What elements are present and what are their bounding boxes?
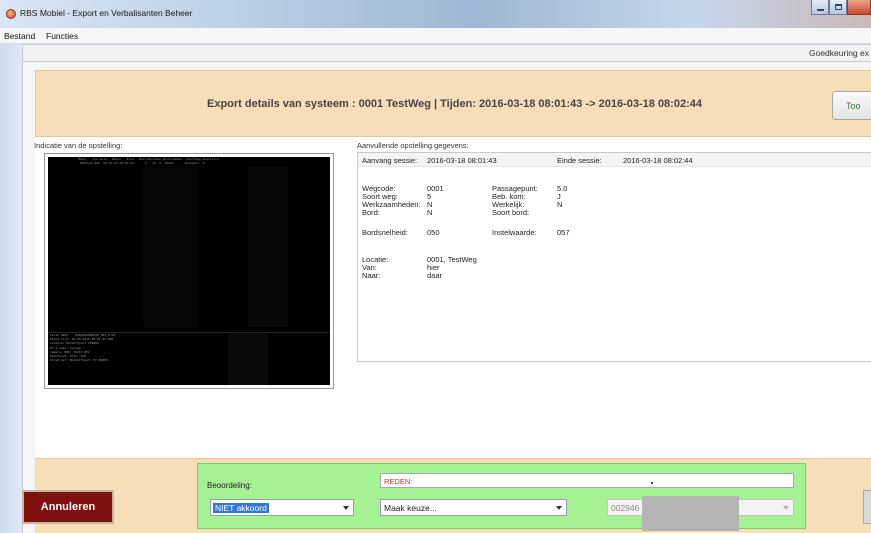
menu-functies[interactable]: Functies: [46, 31, 78, 41]
reden-select-value: Maak keuze...: [384, 503, 437, 513]
tab-strip: Goedkeuring ex: [22, 44, 871, 62]
menu-bestand[interactable]: Bestand: [4, 31, 35, 41]
bord-value: N: [427, 208, 433, 217]
naar-label: Naar:: [362, 271, 381, 280]
details-panel: Aanvang sessie: 2016-03-18 08:01:43 Eind…: [357, 152, 871, 362]
text-caret: [651, 482, 653, 484]
aanvang-sessie-label: Aanvang sessie:: [362, 156, 418, 165]
close-button[interactable]: [847, 0, 871, 15]
verbalisant-value: 002946: [611, 503, 640, 513]
bordsnelheid-label: Bordsnelheid:: [362, 228, 408, 237]
header-band: Export details van systeem : 0001 TestWe…: [35, 70, 871, 137]
minimize-button[interactable]: [811, 0, 829, 15]
maximize-icon: [834, 4, 842, 10]
reden-label: REDEN:: [384, 477, 413, 486]
menu-bar: Bestand Functies: [0, 28, 871, 44]
photo-info-text: Feits 0001 0001000000076_001_0-00 Datum …: [50, 333, 116, 363]
beoordeling-value: NIET akkoord: [213, 503, 269, 513]
right-action-button[interactable]: [863, 490, 871, 524]
beoordeling-panel: Beoordeling: REDEN: NIET akkoord Maak ke…: [197, 463, 806, 531]
reden-input[interactable]: REDEN:: [380, 473, 794, 488]
app-icon: [6, 9, 16, 19]
einde-sessie-value: 2016-03-18 08:02:44: [623, 156, 693, 165]
page-title: Export details van systeem : 0001 TestWe…: [207, 98, 702, 110]
aanvang-sessie-value: 2016-03-18 08:01:43: [427, 156, 497, 165]
photo-shade: [228, 333, 268, 385]
einde-sessie-label: Einde sessie:: [557, 156, 602, 165]
camera-photo: Meter Toe-Ruim Begin Eind Bez.Kenteken R…: [48, 157, 330, 385]
chevron-down-icon: [556, 506, 562, 510]
beoordeling-select[interactable]: NIET akkoord: [210, 499, 354, 516]
details-label: Aanvullende opstelling gegevens:: [357, 141, 469, 150]
window-title: RBS Mobiel - Export en Verbalisanten Beh…: [20, 8, 193, 18]
bord-label: Bord:: [362, 208, 380, 217]
soort-bord-label: Soort bord:: [492, 208, 530, 217]
naar-value: daar: [427, 271, 443, 280]
chevron-down-icon: [783, 506, 789, 510]
top-right-button[interactable]: Too: [832, 91, 871, 120]
minimize-icon: [816, 8, 824, 11]
left-gutter: [0, 44, 22, 533]
reden-select[interactable]: Maak keuze...: [380, 499, 567, 516]
instelwaarde-value: 057: [557, 228, 570, 237]
bordsnelheid-value: 050: [427, 228, 440, 237]
photo-shade: [248, 167, 288, 327]
tab-goedkeuring[interactable]: Goedkeuring ex: [809, 48, 869, 58]
chevron-down-icon: [343, 506, 349, 510]
redacted-area: [642, 496, 739, 531]
maximize-button[interactable]: [829, 0, 847, 15]
annuleren-button[interactable]: Annuleren: [22, 490, 114, 524]
window-controls: [811, 0, 871, 18]
photo-frame: Meter Toe-Ruim Begin Eind Bez.Kenteken R…: [44, 153, 334, 389]
indicatie-label: Indicatie van de opstelling:: [34, 141, 123, 150]
photo-overlay-text: Meter Toe-Ruim Begin Eind Bez.Kenteken R…: [78, 157, 219, 165]
werkelijk-value: N: [557, 200, 563, 209]
photo-shade: [143, 167, 198, 327]
beoordeling-label: Beoordeling:: [207, 481, 252, 490]
instelwaarde-label: Instelwaarde:: [492, 228, 537, 237]
title-bar: RBS Mobiel - Export en Verbalisanten Beh…: [0, 0, 871, 28]
